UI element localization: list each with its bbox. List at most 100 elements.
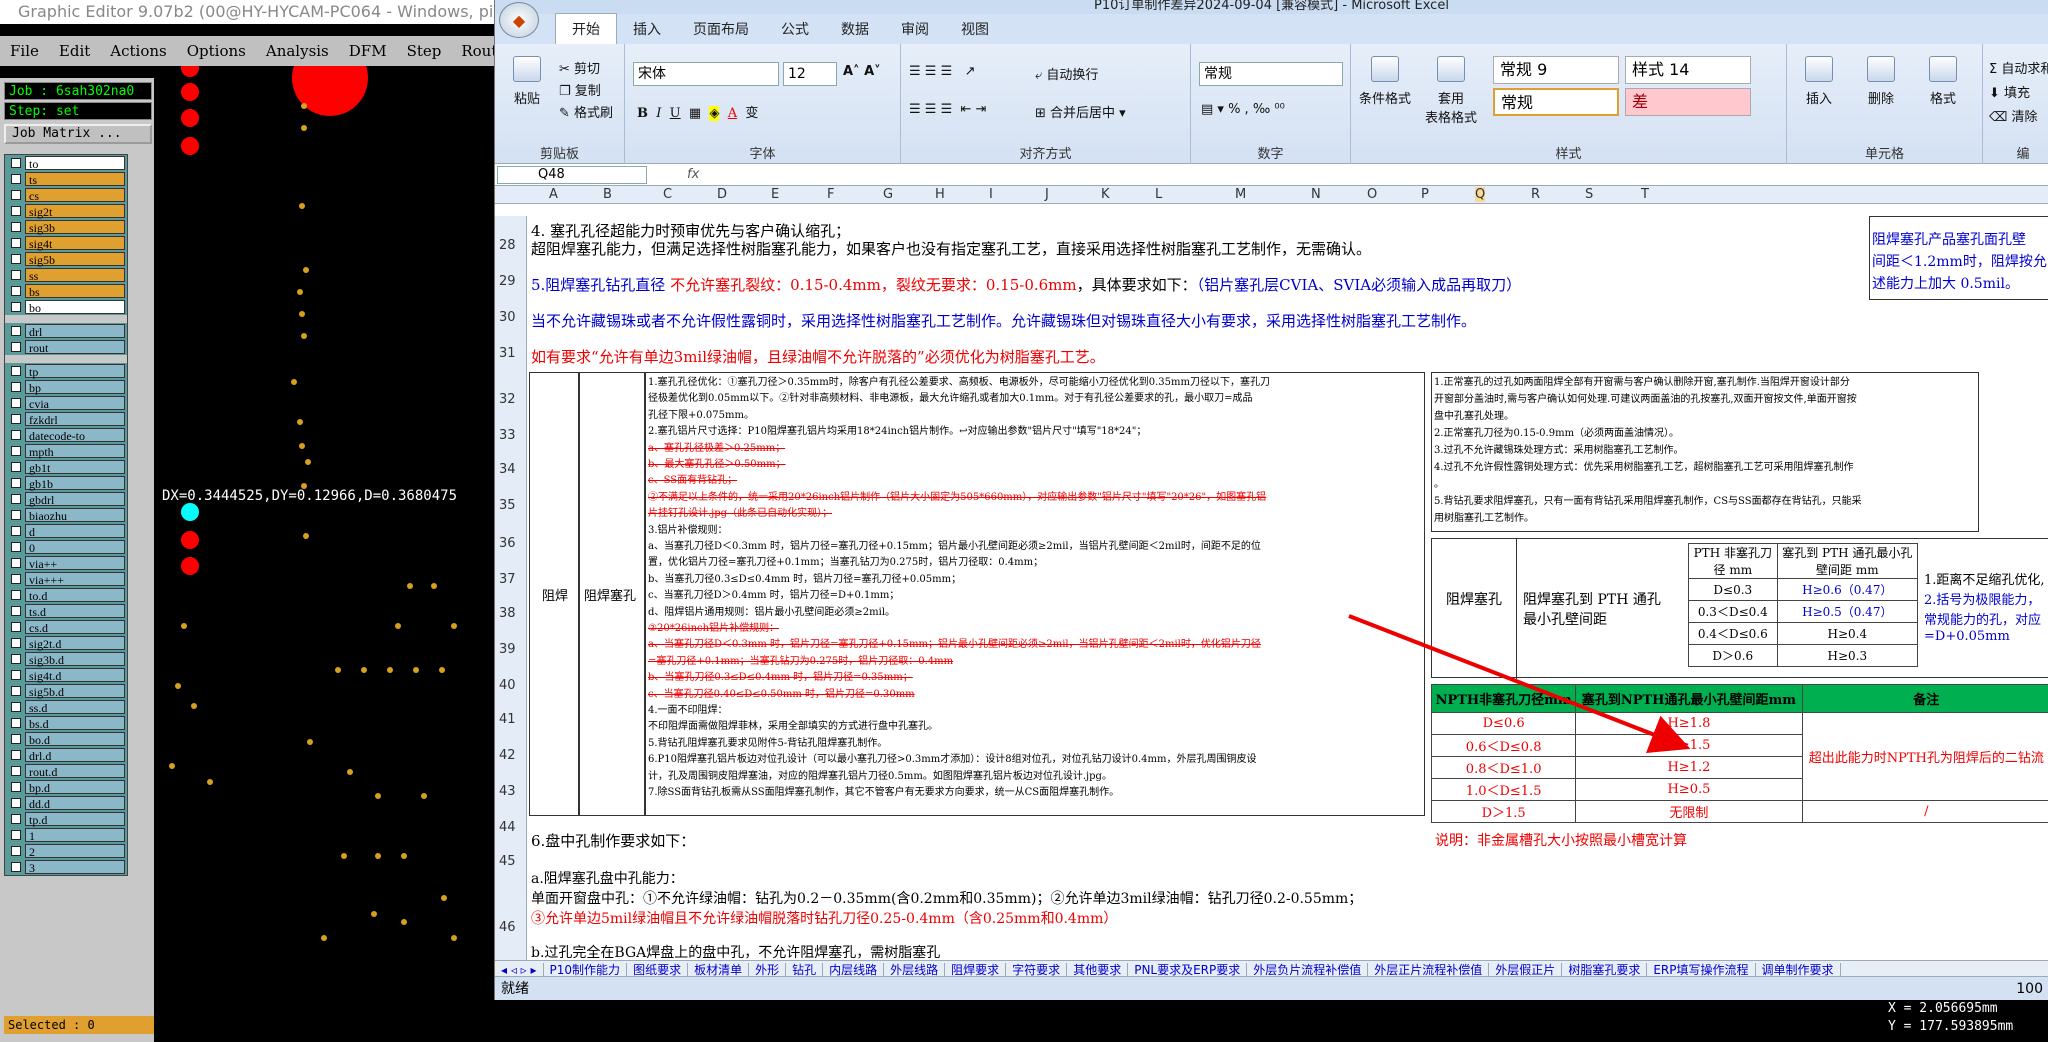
column-header[interactable]: M bbox=[1235, 187, 1246, 202]
delete-cells-button[interactable]: 删除 bbox=[1851, 56, 1911, 107]
sheet-tab[interactable]: 树脂塞孔要求 bbox=[1562, 963, 1648, 976]
layer-row[interactable]: to.d bbox=[5, 587, 127, 603]
layer-row[interactable]: bs bbox=[5, 283, 127, 299]
layer-row[interactable]: gbdrl bbox=[5, 491, 127, 507]
sheet-tab[interactable]: 其他要求 bbox=[1067, 963, 1129, 976]
layer-row[interactable]: to bbox=[5, 155, 127, 171]
merge-center-button[interactable]: ⊞ 合并后居中 ▾ bbox=[1035, 102, 1126, 121]
layer-checkbox[interactable] bbox=[11, 638, 21, 648]
layer-row[interactable]: sig3b bbox=[5, 219, 127, 235]
layer-name[interactable]: cs.d bbox=[25, 620, 125, 635]
layer-name[interactable]: 2 bbox=[25, 844, 125, 859]
sheet-tab[interactable]: 外层假正片 bbox=[1489, 963, 1563, 976]
column-header[interactable]: E bbox=[771, 187, 779, 202]
layer-checkbox[interactable] bbox=[11, 734, 21, 744]
layer-row[interactable]: 1 bbox=[5, 827, 127, 843]
layer-checkbox[interactable] bbox=[11, 494, 21, 504]
column-header[interactable]: B bbox=[603, 187, 612, 202]
sheet-tab[interactable]: 板材清单 bbox=[688, 963, 750, 976]
sheet-tab[interactable]: 图纸要求 bbox=[627, 963, 689, 976]
layer-row[interactable]: ss.d bbox=[5, 699, 127, 715]
sheet-tab[interactable]: 钻孔 bbox=[786, 963, 824, 976]
column-header[interactable]: D bbox=[717, 187, 727, 202]
layer-row[interactable]: rout.d bbox=[5, 763, 127, 779]
layer-row[interactable]: bp bbox=[5, 379, 127, 395]
layer-row[interactable]: bs.d bbox=[5, 715, 127, 731]
layer-name[interactable]: rout bbox=[25, 340, 125, 355]
layer-name[interactable]: gbdrl bbox=[25, 492, 125, 507]
grow-font-button[interactable]: A˄ A˅ bbox=[843, 64, 881, 79]
font-name-select[interactable]: 宋体 bbox=[633, 62, 779, 86]
layer-name[interactable]: datecode-to bbox=[25, 428, 125, 443]
layer-checkbox[interactable] bbox=[11, 366, 21, 376]
format-as-table-button[interactable]: 套用 表格格式 bbox=[1421, 56, 1481, 126]
layer-checkbox[interactable] bbox=[11, 238, 21, 248]
ribbon-tab[interactable]: 视图 bbox=[945, 14, 1005, 44]
layer-name[interactable]: d bbox=[25, 524, 125, 539]
copy-button[interactable]: ❐ 复制 bbox=[559, 80, 601, 99]
sheet-tab[interactable]: 外层线路 bbox=[884, 963, 946, 976]
column-header[interactable]: N bbox=[1311, 187, 1321, 202]
layer-row[interactable]: tp.d bbox=[5, 811, 127, 827]
layer-row[interactable]: cvia bbox=[5, 395, 127, 411]
layer-row[interactable]: mpth bbox=[5, 443, 127, 459]
layer-checkbox[interactable] bbox=[11, 342, 21, 352]
ge-menu-options[interactable]: Options bbox=[177, 42, 256, 60]
layer-row[interactable]: via+++ bbox=[5, 571, 127, 587]
layer-checkbox[interactable] bbox=[11, 462, 21, 472]
column-header[interactable]: T bbox=[1641, 187, 1649, 202]
layer-row[interactable]: 2 bbox=[5, 843, 127, 859]
layer-name[interactable]: sig4t.d bbox=[25, 668, 125, 683]
fx-icon[interactable]: fx bbox=[687, 167, 699, 182]
layer-checkbox[interactable] bbox=[11, 798, 21, 808]
worksheet[interactable]: 28 29 30 31 32 33 34 35 36 37 38 39 40 41 42 43 44 45 46 4… bbox=[495, 216, 2048, 960]
layer-checkbox[interactable] bbox=[11, 750, 21, 760]
layer-name[interactable]: tp bbox=[25, 364, 125, 379]
layer-name[interactable]: sig3b bbox=[25, 220, 125, 235]
layer-checkbox[interactable] bbox=[11, 302, 21, 312]
number-buttons[interactable]: ▤ ▾ % , ‰ ⁰⁰ bbox=[1201, 102, 1285, 117]
ge-menu-analysis[interactable]: Analysis bbox=[256, 42, 339, 60]
layer-name[interactable]: biaozhu bbox=[25, 508, 125, 523]
layer-checkbox[interactable] bbox=[11, 526, 21, 536]
layer-checkbox[interactable] bbox=[11, 846, 21, 856]
layer-checkbox[interactable] bbox=[11, 622, 21, 632]
layer-row[interactable]: datecode-to bbox=[5, 427, 127, 443]
layer-checkbox[interactable] bbox=[11, 606, 21, 616]
layer-name[interactable]: drl.d bbox=[25, 748, 125, 763]
layer-checkbox[interactable] bbox=[11, 430, 21, 440]
layer-row[interactable]: bp.d bbox=[5, 779, 127, 795]
layer-name[interactable]: fzkdrl bbox=[25, 412, 125, 427]
layer-name[interactable]: ts bbox=[25, 172, 125, 187]
ribbon-tab[interactable]: 开始 bbox=[555, 13, 617, 44]
font-size-select[interactable]: 12 bbox=[783, 62, 837, 86]
layer-name[interactable]: gb1t bbox=[25, 460, 125, 475]
zoom-level[interactable]: 100 bbox=[2016, 977, 2043, 1000]
layer-name[interactable]: ss bbox=[25, 268, 125, 283]
layer-checkbox[interactable] bbox=[11, 702, 21, 712]
autosum-button[interactable]: Σ 自动求和 bbox=[1989, 58, 2048, 77]
column-header[interactable]: H bbox=[935, 187, 945, 202]
layer-row[interactable]: sig4t bbox=[5, 235, 127, 251]
ribbon-tab[interactable]: 审阅 bbox=[885, 14, 945, 44]
layer-name[interactable]: bs.d bbox=[25, 716, 125, 731]
layer-row[interactable]: biaozhu bbox=[5, 507, 127, 523]
sheet-tab[interactable]: PNL要求及ERP要求 bbox=[1128, 963, 1248, 976]
column-header[interactable]: J bbox=[1045, 187, 1049, 202]
layer-row[interactable]: d bbox=[5, 523, 127, 539]
number-format-select[interactable]: 常规 bbox=[1199, 62, 1343, 86]
layer-checkbox[interactable] bbox=[11, 414, 21, 424]
layer-checkbox[interactable] bbox=[11, 190, 21, 200]
cut-button[interactable]: ✂ 剪切 bbox=[559, 58, 600, 77]
layer-checkbox[interactable] bbox=[11, 654, 21, 664]
layer-checkbox[interactable] bbox=[11, 270, 21, 280]
layer-row[interactable]: gb1t bbox=[5, 459, 127, 475]
layer-row[interactable]: bo.d bbox=[5, 731, 127, 747]
layer-checkbox[interactable] bbox=[11, 222, 21, 232]
layer-checkbox[interactable] bbox=[11, 686, 21, 696]
sheet-tab[interactable]: 内层线路 bbox=[823, 963, 885, 976]
layer-row[interactable]: tp bbox=[5, 363, 127, 379]
paste-button[interactable]: 粘贴 bbox=[497, 56, 557, 107]
sheet-tab[interactable]: 外层正片流程补偿值 bbox=[1368, 963, 1490, 976]
ribbon-tab[interactable]: 插入 bbox=[617, 14, 677, 44]
